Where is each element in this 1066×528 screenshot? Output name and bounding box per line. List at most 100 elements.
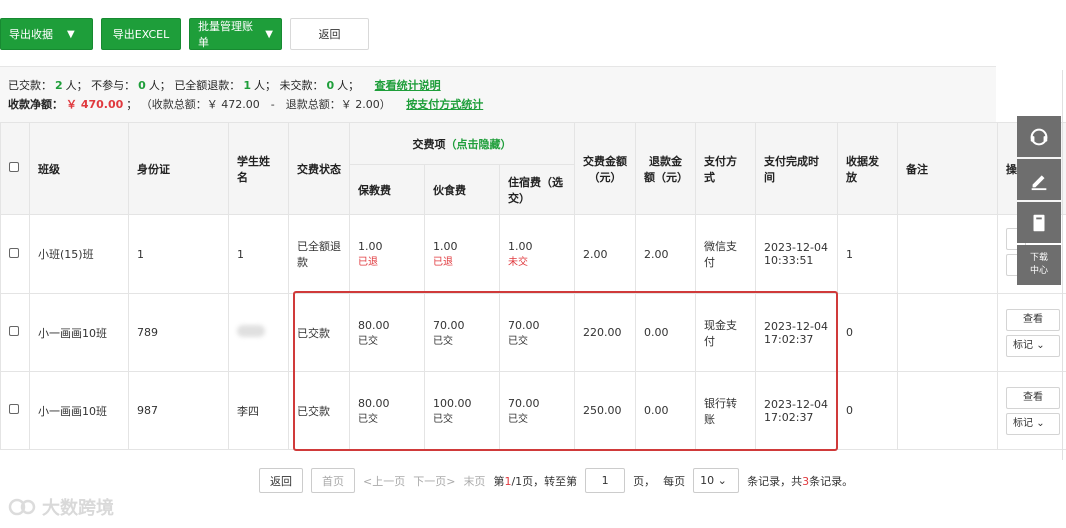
cell-id-card: 987 [128, 371, 229, 450]
paid-label: 已交款： [8, 79, 52, 92]
fee1-state: 已交 [358, 413, 378, 425]
mark-label: 标记 [1013, 339, 1034, 351]
fee3-value: 1.00 [508, 240, 533, 253]
center-label: 中心 [1029, 266, 1048, 276]
cell-fee3: 1.00 未交 [498, 214, 576, 294]
cell-id-card: 789 [128, 293, 229, 372]
person-unit: 人； [65, 79, 88, 92]
net-value: ￥ 470.00 [66, 98, 124, 111]
cell-amount: 250.00 [574, 371, 637, 450]
pay-date: 2023-12-04 [764, 319, 828, 333]
headset-icon [1030, 128, 1048, 145]
net-detail: （收款总额：￥ 472.00 - 退款总额：￥ 2.00） [140, 98, 391, 111]
fee-items-label: 交费项 [412, 137, 446, 151]
batch-manage-button[interactable]: 批量管理账单 ▼ [189, 18, 282, 50]
row-select-cell[interactable] [0, 293, 30, 372]
fee1-state: 已退 [358, 257, 378, 268]
header-fee3: 住宿费（选交） [498, 164, 576, 215]
header-status: 交费状态 [288, 122, 350, 215]
cell-receipt: 0 [837, 371, 899, 450]
cell-fee2: 1.00 已退 [424, 214, 500, 294]
cell-receipt: 1 [837, 214, 899, 294]
feedback-button[interactable] [1017, 159, 1061, 200]
export-excel-label: 导出EXCEL [112, 28, 170, 41]
row-checkbox[interactable] [9, 247, 19, 258]
watermark: 大数跨境 [8, 494, 114, 520]
export-excel-button[interactable]: 导出EXCEL [101, 18, 181, 50]
header-id-card: 身份证 [128, 122, 229, 215]
customer-service-button[interactable] [1017, 116, 1061, 157]
back-button[interactable]: 返回 [290, 18, 369, 50]
chevron-down-icon: ⌄ [717, 474, 727, 487]
header-fee2: 伙食费 [424, 164, 500, 215]
header-fee-items: 交费项（点击隐藏） [348, 122, 576, 165]
by-pay-method-link[interactable]: 按支付方式统计 [406, 98, 483, 111]
pager-back-label: 返回 [270, 474, 292, 488]
scrollbar-track[interactable] [1062, 70, 1063, 460]
table-row: 小一画画10班 987 李四 已交款 80.00 已交 100.00 已交 70.0… [0, 371, 1066, 450]
export-receipt-button[interactable]: 导出收据 ▼ [0, 18, 93, 50]
blurred-name [237, 325, 265, 337]
pay-date: 2023-12-04 [764, 241, 828, 254]
header-receipt: 收据发放 [837, 122, 899, 215]
cell-amount: 220.00 [574, 293, 637, 372]
not-participate-count: 0 [138, 79, 146, 92]
fee2-state: 已交 [433, 335, 453, 347]
select-all-checkbox[interactable] [9, 162, 19, 172]
row-select-cell[interactable] [0, 214, 30, 294]
fee1-value: 80.00 [358, 318, 390, 332]
next-page-link[interactable]: 下一页> [413, 473, 455, 489]
cell-student [228, 293, 289, 372]
person-unit: 人； [148, 79, 171, 92]
fee2-state: 已退 [433, 257, 453, 268]
toggle-fee-items-link[interactable]: （点击隐藏） [446, 138, 512, 151]
header-class: 班级 [29, 122, 129, 215]
fee1-value: 80.00 [358, 396, 390, 410]
full-refund-label: 已全额退款： [174, 79, 241, 92]
cell-amount: 2.00 [574, 214, 637, 294]
side-toolbar: 下载 中心 [1017, 116, 1061, 285]
records-suffix: 条记录。 [809, 474, 854, 488]
manual-button[interactable] [1017, 202, 1061, 243]
prev-page-link[interactable]: <上一页 [363, 473, 405, 489]
mark-select[interactable]: 标记 ⌄ [1006, 412, 1061, 435]
chevron-down-icon: ▼ [67, 28, 75, 40]
per-page-select[interactable]: 10 ⌄ [693, 468, 740, 493]
net-label: 收款净额： [8, 98, 63, 111]
view-button[interactable]: 查看 [1006, 386, 1061, 409]
row-select-cell[interactable] [0, 371, 30, 450]
download-center-button[interactable]: 下载 中心 [1017, 245, 1061, 285]
cell-pay-method: 银行转账 [695, 371, 757, 450]
fee3-state: 未交 [508, 257, 528, 268]
watermark-text: 大数跨境 [42, 498, 114, 519]
cell-id-card: 1 [128, 214, 229, 294]
last-page-link[interactable]: 末页 [463, 473, 485, 489]
view-button[interactable]: 查看 [1006, 308, 1061, 331]
not-participate-label: 不参与： [91, 79, 136, 92]
records-info: 条记录，共3条记录。 [747, 473, 853, 489]
row-checkbox[interactable] [9, 326, 19, 336]
header-refund: 退款金额（元） [635, 122, 697, 215]
cell-fee3: 70.00 已交 [498, 293, 576, 372]
chevron-down-icon: ⌄ [1036, 339, 1045, 351]
cell-status: 已交款 [288, 371, 350, 450]
page-unit: 页， [633, 474, 656, 488]
first-page-button[interactable]: 首页 [311, 468, 355, 493]
goto-page-input[interactable]: 1 [585, 468, 626, 493]
per-page-label: 每页 [663, 474, 686, 488]
select-all-cell[interactable] [0, 122, 30, 215]
row-checkbox[interactable] [9, 404, 19, 414]
cell-fee3: 70.00 已交 [498, 371, 576, 450]
view-stats-link[interactable]: 查看统计说明 [375, 79, 441, 92]
cell-class: 小一画画10班 [29, 371, 129, 450]
cell-remark [897, 293, 999, 372]
per-page-value: 10 [700, 474, 715, 487]
back-label: 返回 [318, 28, 341, 41]
summary-panel: 已交款： 2 人； 不参与： 0 人； 已全额退款： 1 人； 未交款： 0 人； 查看统计说明… [0, 66, 996, 122]
cell-pay-method: 微信支付 [695, 214, 757, 294]
pager-back-button[interactable]: 返回 [259, 468, 303, 493]
header-row-1: 班级 身份证 学生姓名 交费状态 交费项（点击隐藏） 交费金额（元） 退款金额（… [0, 122, 1066, 215]
book-icon [1033, 214, 1045, 231]
mark-select[interactable]: 标记 ⌄ [1006, 334, 1061, 357]
cell-refund: 2.00 [635, 214, 697, 294]
